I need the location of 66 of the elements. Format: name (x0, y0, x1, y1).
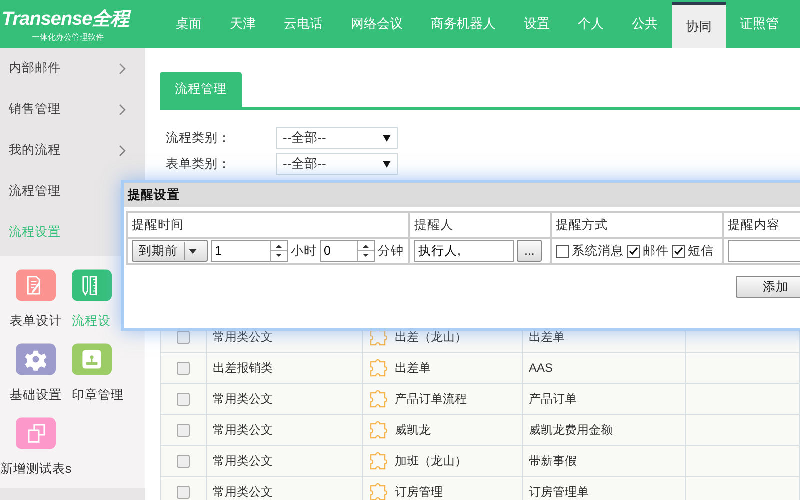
table-cell: 威凯龙费用金额 (522, 414, 686, 446)
timing-select[interactable]: 到期前 (132, 240, 208, 262)
column-header: 提醒内容 (722, 212, 800, 238)
column-header: 提醒方式 (550, 212, 723, 238)
method-label: 系统消息 (572, 242, 624, 260)
flow-name: 出差（龙山） (395, 328, 467, 346)
flow-name: 威凯龙 (395, 422, 431, 438)
caret-icon (189, 248, 197, 254)
tile-label[interactable]: 印章管理 (72, 387, 124, 404)
logo-subtitle: 一体化办公管理软件 (32, 32, 105, 42)
puzzle-icon (369, 358, 389, 378)
row-checkbox[interactable] (177, 362, 190, 374)
method-checkbox[interactable] (626, 244, 640, 258)
row-checkbox[interactable] (177, 486, 190, 498)
logo-title: Transense全程 (2, 8, 132, 32)
tile-label[interactable]: 新增测试表s (0, 461, 72, 478)
column-header: 提醒时间 (127, 212, 410, 238)
flow-name: 订房管理 (395, 484, 443, 500)
method-label: 邮件 (642, 242, 669, 260)
puzzle-icon (369, 420, 389, 440)
nav-tab[interactable]: 协同 (672, 2, 726, 48)
minutes-field[interactable]: 0 (321, 241, 357, 261)
content-field[interactable] (728, 240, 800, 262)
filter-label: 表单类别： (166, 156, 232, 172)
dropdown-icon (383, 134, 391, 142)
puzzle-icon (369, 482, 389, 500)
dialog-title: 提醒设置 (128, 186, 180, 204)
column-header: 提醒人 (409, 212, 551, 238)
spin-arrows-icon (357, 241, 374, 261)
puzzle-icon (369, 451, 389, 471)
row-checkbox[interactable] (177, 330, 190, 344)
minutes-spinner[interactable]: 0 (320, 240, 375, 262)
filter-select[interactable]: --全部-- (276, 153, 398, 175)
sidebar-item[interactable]: 我的流程 (0, 130, 145, 171)
sidebar-item[interactable]: 内部邮件 (0, 48, 145, 89)
hours-field[interactable]: 1 (212, 241, 270, 261)
table-cell: 常用类公文 (206, 384, 362, 414)
add-button[interactable]: 添加 (736, 276, 800, 298)
table-cell: 产品订单 (522, 384, 686, 414)
filter-select[interactable]: --全部-- (276, 127, 398, 149)
flow-name: 出差单 (395, 360, 431, 376)
table-cell: 出差报销类 (206, 352, 362, 384)
spin-arrows-icon (270, 241, 287, 261)
tile-label[interactable]: 基础设置 (10, 387, 62, 404)
flow-name: 加班（龙山） (395, 452, 467, 470)
method-checkbox[interactable] (672, 244, 685, 258)
person-field[interactable]: 执行人, (414, 240, 514, 262)
method-checkbox[interactable] (556, 244, 569, 258)
table-cell: 常用类公文 (206, 414, 362, 446)
hours-unit: 小时 (291, 242, 317, 260)
browse-button[interactable]: ... (517, 240, 542, 262)
hours-spinner[interactable]: 1 (211, 240, 288, 262)
tile-label[interactable]: 表单设计 (10, 313, 62, 330)
method-label: 短信 (688, 242, 714, 260)
minutes-unit: 分钟 (378, 242, 404, 260)
sidebar-item[interactable]: 销售管理 (0, 89, 145, 130)
flow-name: 产品订单流程 (395, 390, 467, 408)
row-checkbox[interactable] (177, 392, 190, 406)
table-cell: 常用类公文 (206, 446, 362, 476)
puzzle-icon (369, 389, 389, 409)
row-checkbox[interactable] (177, 454, 190, 468)
row-checkbox[interactable] (177, 424, 190, 436)
dropdown-icon (383, 160, 391, 168)
table-cell: AAS (522, 352, 686, 384)
filter-label: 流程类别： (166, 130, 232, 146)
table-cell: 带薪事假 (522, 446, 686, 476)
